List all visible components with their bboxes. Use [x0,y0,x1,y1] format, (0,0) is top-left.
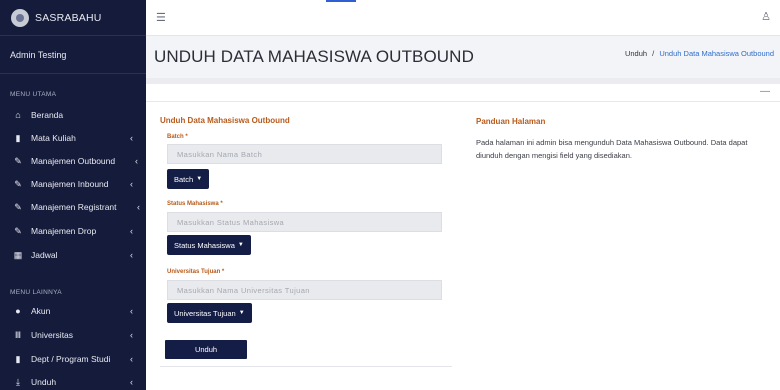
page-title: UNDUH DATA MAHASISWA OUTBOUND [154,47,474,66]
section-label-other: MENU LAINNYA [10,289,62,296]
sidebar-item-manajemen-drop[interactable]: ✎ Manajemen Drop ‹ [0,220,146,242]
required-mark: * [220,201,223,207]
sidebar-item-akun[interactable]: ● Akun ‹ [0,300,146,322]
sidebar-item-manajemen-outbound[interactable]: ✎ Manajemen Outbound ‹ [0,150,146,172]
sidebar-item-manajemen-inbound[interactable]: ✎ Manajemen Inbound ‹ [0,173,146,195]
chevron-left-icon: ‹ [130,330,133,340]
status-dropdown-button[interactable]: Status Mahasiswa ▼ [167,235,251,255]
sidebar-item-label: Manajemen Inbound [31,179,109,189]
collapse-icon[interactable]: — [760,86,770,97]
batch-dropdown-label: Batch [174,174,194,184]
building-icon: ▮ [15,353,21,364]
caret-down-icon: ▼ [237,242,244,248]
book-icon: ▮ [15,132,21,143]
batch-label-text: Batch [167,134,184,140]
divider [160,366,452,367]
university-label: Universitas Tujuan * [167,269,224,275]
brand[interactable]: SASRABAHU [0,0,146,36]
breadcrumb: Unduh / Unduh Data Mahasiswa Outbound [625,49,774,58]
sidebar-item-label: Mata Kuliah [31,133,76,143]
section-label-main: MENU UTAMA [10,91,57,98]
chevron-left-icon: ‹ [130,250,133,260]
sidebar-item-label: Manajemen Drop [31,226,97,236]
university-input[interactable]: Masukkan Nama Universitas Tujuan [167,280,442,300]
university-dropdown-label: Universitas Tujuan [174,308,236,318]
batch-label: Batch * [167,134,188,140]
chevron-left-icon: ‹ [130,133,133,143]
calendar-icon: ▦ [13,249,23,260]
sidebar-item-manajemen-registrant[interactable]: ✎ Manajemen Registrant ‹ [0,196,146,218]
sidebar-item-dept-program-studi[interactable]: ▮ Dept / Program Studi ‹ [0,348,146,370]
home-icon: ⌂ [15,110,21,120]
user-circle-icon: ● [15,306,21,316]
university-dropdown-button[interactable]: Universitas Tujuan ▼ [167,303,252,323]
chevron-left-icon: ‹ [135,156,138,166]
card-toolbar: — [146,84,780,102]
sidebar-item-label: Beranda [31,110,64,120]
page-header: UNDUH DATA MAHASISWA OUTBOUND Unduh / Un… [146,36,780,78]
edit-icon: ✎ [14,201,22,212]
sidebar-item-label: Manajemen Registrant [31,202,117,212]
sidebar-item-label: Dept / Program Studi [31,354,111,364]
guide-text: Pada halaman ini admin bisa mengunduh Da… [476,138,748,160]
form-title: Unduh Data Mahasiswa Outbound [160,116,290,125]
download-icon: ⤓ [16,376,20,387]
breadcrumb-root[interactable]: Unduh [625,49,647,58]
chevron-left-icon: ‹ [130,306,133,316]
sidebar-item-beranda[interactable]: ⌂ Beranda [0,104,146,126]
sidebar-item-mata-kuliah[interactable]: ▮ Mata Kuliah ‹ [0,127,146,149]
status-dropdown-label: Status Mahasiswa [174,240,235,250]
download-button[interactable]: Unduh [165,340,247,359]
sidebar-item-label: Unduh [31,377,57,387]
chevron-left-icon: ‹ [130,354,133,364]
chevron-left-icon: ‹ [130,179,133,189]
required-mark: * [185,134,188,140]
required-mark: * [221,269,225,275]
main-card: — Unduh Data Mahasiswa Outbound Batch * … [146,84,780,390]
chevron-left-icon: ‹ [130,377,133,387]
hamburger-icon[interactable]: ☰ [156,11,166,24]
topbar: ☰ ♙ [146,0,780,36]
batch-input[interactable]: Masukkan Nama Batch [167,144,442,164]
brand-name: SASRABAHU [35,11,102,24]
topbar-accent [326,0,356,2]
university-label-text: Universitas Tujuan [167,269,221,275]
status-label: Status Mahasiswa * [167,201,223,207]
batch-dropdown-button[interactable]: Batch ▼ [167,169,210,189]
chevron-left-icon: ‹ [130,226,133,236]
sidebar-item-label: Jadwal [31,250,58,260]
sidebar-item-label: Manajemen Outbound [31,156,116,166]
edit-icon: ✎ [14,155,22,166]
caret-down-icon: ▼ [238,310,245,316]
guide-title: Panduan Halaman [476,117,546,126]
sidebar: SASRABAHU Admin Testing MENU UTAMA ⌂ Ber… [0,0,146,390]
status-label-text: Status Mahasiswa [167,201,219,207]
sidebar-item-universitas[interactable]: Ⅲ Universitas ‹ [0,324,146,346]
breadcrumb-current[interactable]: Unduh Data Mahasiswa Outbound [659,49,774,58]
sidebar-item-label: Universitas [31,330,74,340]
breadcrumb-separator: / [652,49,655,58]
edit-icon: ✎ [14,225,22,236]
caret-down-icon: ▼ [196,176,203,182]
user-icon[interactable]: ♙ [761,10,771,23]
sidebar-user[interactable]: Admin Testing [0,36,146,74]
sidebar-item-unduh[interactable]: ⤓ Unduh ‹ [0,371,146,390]
sidebar-item-label: Akun [31,306,51,316]
chevron-left-icon: ‹ [137,202,140,212]
logo-icon [11,8,29,27]
sidebar-item-jadwal[interactable]: ▦ Jadwal ‹ [0,244,146,266]
status-input[interactable]: Masukkan Status Mahasiswa [167,212,442,232]
edit-icon: ✎ [14,178,22,189]
university-icon: Ⅲ [14,329,22,340]
